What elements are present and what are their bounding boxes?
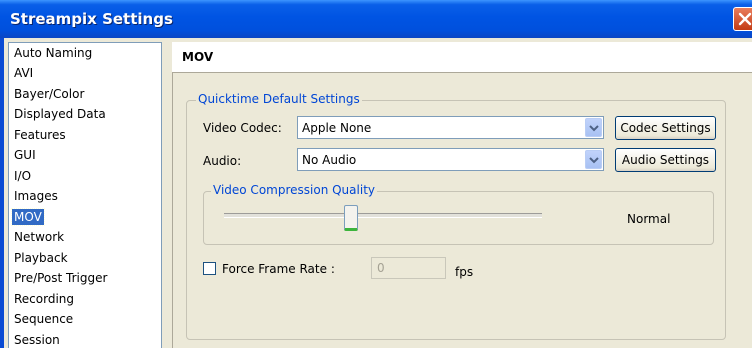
list-item-gui[interactable]: GUI (12, 147, 38, 163)
list-item-mov[interactable]: MOV (11, 208, 45, 226)
list-item-displayed-data[interactable]: Displayed Data (12, 106, 108, 122)
close-icon (738, 12, 752, 26)
close-button[interactable] (733, 7, 752, 31)
video-codec-value: Apple None (302, 121, 372, 135)
compression-quality-value: Normal (627, 212, 671, 226)
settings-category-list[interactable]: Auto Naming AVI Bayer/Color Displayed Da… (8, 42, 162, 348)
list-item-bayer-color[interactable]: Bayer/Color (12, 86, 86, 102)
list-item-features[interactable]: Features (12, 127, 68, 143)
audio-settings-button[interactable]: Audio Settings (615, 148, 716, 172)
video-codec-label: Video Codec: (203, 121, 282, 135)
quicktime-group-title: Quicktime Default Settings (196, 92, 362, 106)
list-item-network[interactable]: Network (12, 229, 66, 245)
compression-quality-slider-thumb[interactable] (344, 205, 358, 231)
video-codec-dropdown-arrow[interactable] (585, 118, 602, 137)
list-item-avi[interactable]: AVI (12, 65, 35, 81)
force-frame-rate-checkbox[interactable] (203, 262, 216, 275)
list-item-sequence[interactable]: Sequence (12, 311, 75, 327)
audio-value: No Audio (302, 153, 357, 167)
title-bar[interactable]: Streampix Settings (0, 0, 752, 38)
compression-quality-slider[interactable] (224, 213, 542, 218)
list-item-session[interactable]: Session (12, 332, 62, 348)
codec-settings-button[interactable]: Codec Settings (615, 116, 716, 140)
frame-rate-value: 0 (377, 261, 385, 275)
compression-group-title: Video Compression Quality (211, 183, 377, 197)
force-frame-rate-label: Force Frame Rate : (222, 262, 335, 276)
audio-dropdown[interactable]: No Audio (297, 148, 604, 171)
list-item-playback[interactable]: Playback (12, 250, 70, 266)
audio-dropdown-arrow[interactable] (585, 150, 602, 169)
panel-header: MOV (172, 42, 752, 73)
list-item-recording[interactable]: Recording (12, 291, 76, 307)
frame-rate-input[interactable]: 0 (371, 257, 446, 279)
list-item-io[interactable]: I/O (12, 168, 33, 184)
video-codec-dropdown[interactable]: Apple None (297, 116, 604, 139)
audio-label: Audio: (203, 154, 242, 168)
panel-title: MOV (182, 50, 214, 64)
fps-unit-label: fps (455, 265, 474, 279)
list-item-auto-naming[interactable]: Auto Naming (12, 45, 94, 61)
chevron-down-icon (589, 125, 599, 132)
chevron-down-icon (589, 157, 599, 164)
list-item-images[interactable]: Images (12, 188, 60, 204)
list-item-pre-post-trigger[interactable]: Pre/Post Trigger (12, 270, 109, 286)
window-title: Streampix Settings (10, 10, 173, 28)
